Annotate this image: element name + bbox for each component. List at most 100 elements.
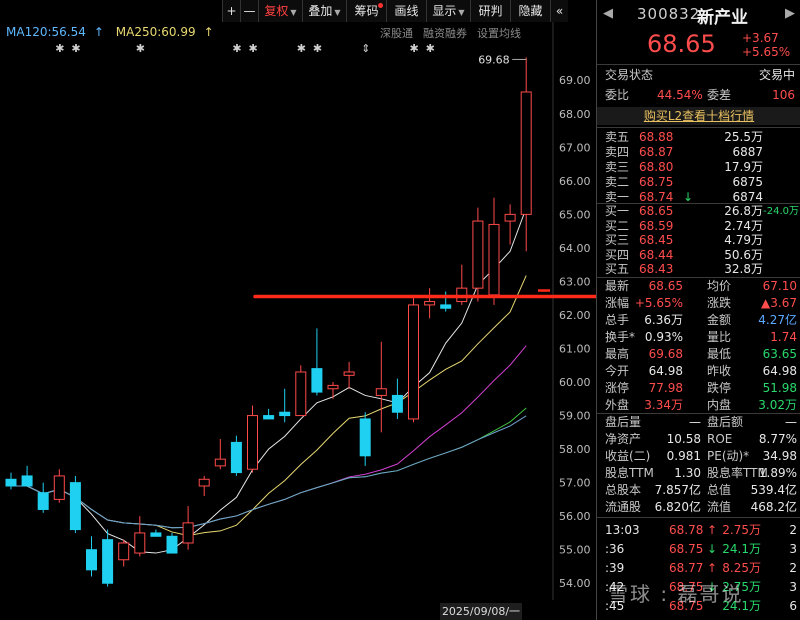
tick-price: 68.77: [669, 561, 704, 575]
up-candle: [504, 213, 516, 222]
next-stock-icon[interactable]: ▶: [785, 6, 795, 21]
tick-arrow-icon: ↓: [707, 542, 718, 556]
up-candle: [247, 415, 258, 470]
event-marker-icon: ✱: [249, 42, 258, 55]
tick-row[interactable]: 13:03 68.78 ↑ 2.75万 2: [597, 522, 800, 539]
toolbar-button-3[interactable]: 叠加 ▼: [302, 0, 346, 22]
fund-label: 总股本: [605, 483, 642, 497]
high-price-label: 69.68: [478, 53, 510, 66]
event-marker-icon: ⇕: [361, 42, 370, 55]
fund-label: ROE: [707, 432, 733, 446]
stat-value: 1.74: [770, 330, 797, 344]
chart-tools: 深股通 融资融券 设置均线: [380, 25, 531, 41]
toolbar-button-6[interactable]: 显示 ▼: [426, 0, 470, 22]
bid-price: 68.43: [639, 262, 674, 277]
toolbar-button-2[interactable]: 复权 ▼: [258, 0, 302, 22]
stat-value: 63.65: [762, 347, 797, 361]
fund-value: 1.89%: [758, 466, 797, 480]
bid-label: 买五: [605, 262, 630, 277]
stat-value: 77.98: [648, 381, 683, 395]
ma250-label: MA250:60.99: [115, 25, 196, 39]
xueqiu-watermark: 雪球 : 磊哥说: [608, 582, 744, 606]
fund-label: 盘后额: [707, 415, 744, 429]
event-marker-icon: ✱: [410, 42, 419, 55]
up-candle: [472, 220, 484, 289]
up-candle: [198, 478, 210, 487]
toolbar-button-4[interactable]: 筹码: [346, 0, 386, 22]
event-marker-icon: ✱: [136, 42, 145, 55]
up-candle: [182, 522, 194, 544]
stat-label: 换手*: [605, 330, 636, 344]
y-tick-label: 62.00: [559, 309, 591, 322]
toolbar-button-9[interactable]: «: [550, 0, 568, 22]
down-candle: [69, 482, 81, 531]
ma120-up-arrow: ↑: [93, 25, 104, 39]
stat-value: +5.65%: [634, 296, 683, 310]
candlestick-chart[interactable]: 54.00 55.00 56.00 57.00 58.00 59.00 60.00 61.00…: [0, 0, 596, 620]
tick-time: :36: [605, 542, 625, 556]
chart-tool-0[interactable]: 深股通: [380, 27, 413, 40]
stat-label: 内盘: [707, 398, 732, 412]
last-price: 68.65: [647, 30, 716, 58]
fund-value: 10.58: [666, 432, 701, 446]
chart-tool-2[interactable]: 设置均线: [477, 27, 521, 40]
y-tick-label: 69.00: [559, 74, 591, 87]
tick-count: 2: [789, 523, 797, 537]
price-change: +3.67 +5.65%: [742, 31, 790, 59]
toolbar-button-label: 研判: [478, 4, 503, 18]
toolbar-button-5[interactable]: 画线: [386, 0, 426, 22]
event-marker-icon: ✱: [71, 42, 80, 55]
stat-label: 涨跌: [707, 296, 732, 310]
tick-count: 6: [789, 599, 797, 613]
fund-row: 净资产 10.58 ROE 8.77%: [597, 431, 800, 448]
chart-tool-1[interactable]: 融资融券: [423, 27, 467, 40]
up-candle: [118, 542, 130, 561]
y-tick-label: 66.00: [559, 175, 591, 188]
ma120-label: MA120:56.54: [6, 25, 86, 39]
tick-volume: 2.75万: [722, 523, 761, 537]
stat-value: 67.10: [762, 279, 797, 293]
stat-row: 最高 69.68 最低 63.65: [597, 346, 800, 363]
up-candle: [53, 475, 65, 500]
tick-row[interactable]: :39 68.77 ↑ 8.25万 2: [597, 560, 800, 577]
down-candle: [279, 411, 291, 417]
stat-value: 68.65: [648, 279, 683, 293]
y-tick-label: 57.00: [559, 477, 591, 490]
down-candle: [86, 549, 97, 571]
stat-label: 最低: [707, 347, 732, 361]
y-tick-label: 61.00: [559, 343, 591, 356]
down-candle: [21, 475, 33, 487]
up-candle: [375, 388, 387, 396]
weibi-value: 44.54%: [657, 88, 703, 102]
ma5-line: [11, 207, 527, 554]
fund-value: —: [689, 415, 701, 429]
prev-stock-icon[interactable]: ◀: [603, 6, 613, 21]
fund-row: 盘后量 — 盘后额 —: [597, 414, 800, 431]
y-tick-label: 63.00: [559, 275, 591, 288]
stat-label: 金额: [707, 313, 732, 327]
tick-row[interactable]: :36 68.75 ↓ 24.1万 3: [597, 541, 800, 558]
change-value: +3.67: [742, 31, 779, 45]
down-candle: [102, 539, 114, 584]
fund-label: 净资产: [605, 432, 642, 446]
buy-l2-link[interactable]: 购买L2查看十档行情: [597, 107, 800, 125]
stat-label: 涨幅: [605, 296, 630, 310]
weicha-label: 委差: [707, 88, 732, 102]
event-marker-icon: ✱: [426, 42, 435, 55]
fund-value: 539.4亿: [750, 483, 797, 497]
down-candle: [440, 304, 452, 309]
stat-row: 最新 68.65 均价 67.10: [597, 278, 800, 295]
fund-row: 流通股 6.820亿 流值 468.2亿: [597, 499, 800, 516]
fund-label: 总值: [707, 483, 732, 497]
toolbar-button-0[interactable]: +: [222, 0, 240, 22]
ma20-line: [11, 345, 527, 529]
stat-label: 跌停: [707, 381, 732, 395]
toolbar-button-label: «: [555, 4, 564, 18]
fund-label: 盘后量: [605, 415, 642, 429]
up-candle: [488, 223, 500, 296]
stat-value: 4.27亿: [758, 313, 797, 327]
toolbar-button-7[interactable]: 研判: [470, 0, 510, 22]
toolbar-button-1[interactable]: —: [240, 0, 258, 22]
toolbar-button-8[interactable]: 隐藏: [510, 0, 550, 22]
fund-value: 7.857亿: [654, 483, 701, 497]
